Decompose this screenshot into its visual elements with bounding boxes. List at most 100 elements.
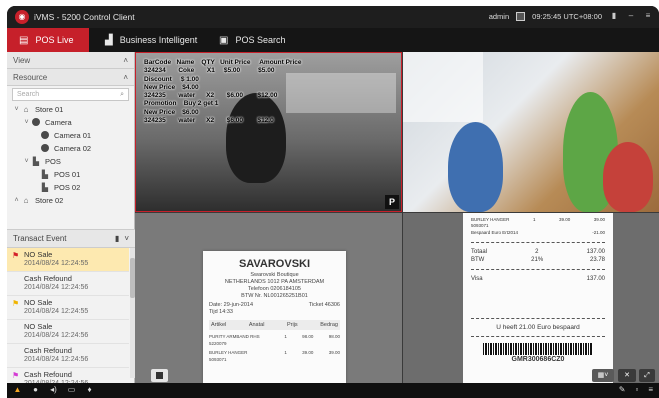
expand-arrow-icon[interactable]: ˄ — [12, 197, 21, 204]
search-placeholder: Search — [17, 91, 40, 98]
event-name: Cash Refound — [24, 370, 72, 379]
tab-business-intelligent[interactable]: ▟ Business Intelligent — [93, 28, 203, 52]
tab-pos-live[interactable]: ▤ POS Live — [7, 28, 89, 52]
minimize-icon[interactable]: – — [626, 11, 636, 21]
flag-icon: ⚑ — [12, 299, 20, 308]
chevron-up-icon: ˄ — [123, 72, 128, 82]
collapse-arrow-icon[interactable]: ˅ — [22, 158, 31, 165]
tree-label: POS 01 — [54, 170, 81, 179]
video-tile-receipt-2[interactable]: BURLEY HANGER 5093071 1 39.00 39.00 Bespa… — [403, 213, 659, 383]
receipt-time: Tijd 14:33 — [209, 309, 233, 315]
event-time: 2014/08/24 12:24:56 — [24, 356, 89, 363]
tree-item-store-02[interactable]: ˄ ⌂ Store 02 — [7, 194, 134, 207]
resource-search-input[interactable]: Search ⌕ — [12, 88, 129, 101]
fullscreen-icon[interactable]: ✕ — [618, 369, 636, 382]
status-bar: ▲ ● ◂) ▭ ♦ ✎ ▫ ≡ — [7, 383, 659, 398]
record-icon[interactable]: ● — [31, 385, 40, 394]
event-item[interactable]: ⚑ NO Sale 2014/08/24 12:24:55 — [7, 296, 129, 320]
tab-pos-search[interactable]: ▣ POS Search — [207, 28, 302, 52]
event-item[interactable]: NO Sale 2014/08/24 12:24:56 — [7, 320, 129, 344]
monitor-icon[interactable] — [516, 11, 526, 21]
app-window: ◉ iVMS - 5200 Control Client admin 09:25… — [7, 6, 659, 398]
collapse-arrow-icon[interactable]: ˅ — [12, 106, 21, 113]
video-tile-receipt-1[interactable]: SAVAROVSKI Swarovski Boutique NETHERLAND… — [135, 213, 402, 383]
receipt-col: Artikel — [211, 322, 227, 328]
event-time: 2014/08/24 12:24:55 — [24, 308, 89, 315]
receipt-item-name: BURLEY HANGER — [209, 350, 248, 355]
receipt-total-qty: 2 — [535, 249, 539, 255]
tree-item-store-01[interactable]: ˅ ⌂ Store 01 — [7, 103, 134, 116]
tree-item-pos-group[interactable]: ˅ ▙ POS — [7, 155, 134, 168]
audio-icon[interactable]: ◂) — [49, 385, 58, 394]
receipt-line: Swarovski Boutique — [250, 272, 299, 278]
event-item[interactable]: Cash Refound 2014/08/24 12:24:56 — [7, 344, 129, 368]
main-nav: ▤ POS Live ▟ Business Intelligent ▣ POS … — [7, 28, 659, 52]
user-name[interactable]: admin — [489, 12, 509, 21]
pos-badge: P — [385, 195, 399, 209]
receipt-store-name: SAVAROVSKI — [238, 258, 311, 270]
video-shelf-shape — [403, 52, 483, 122]
pos-register-icon: ▤ — [19, 34, 29, 46]
camera-icon — [40, 143, 50, 154]
pos-group-icon: ▙ — [32, 157, 40, 166]
tree-item-camera-group[interactable]: ˅ Camera — [7, 116, 134, 129]
camera-group-icon — [31, 117, 41, 128]
search-icon[interactable]: ⌕ — [120, 91, 124, 99]
title-bar-right: admin 09:25:45 UTC+08:00 ▮ – ≡ — [489, 11, 653, 21]
tree-label: Store 01 — [35, 105, 64, 114]
view-label: View — [13, 55, 31, 65]
pin-icon[interactable]: ✎ — [619, 385, 626, 394]
expand-icon[interactable]: ⤢ — [639, 369, 655, 382]
window-icon[interactable]: ▫ — [635, 385, 638, 394]
receipt-line: BTW Nr. NL001265251B01 — [241, 293, 308, 299]
lock-icon[interactable]: ▮ — [609, 11, 619, 21]
receipt-col: Anatal — [248, 322, 265, 328]
event-item[interactable]: ⚑ NO Sale 2014/08/24 12:24:55 — [7, 248, 129, 272]
view-section-header[interactable]: View ˄ — [7, 52, 134, 69]
receipt-total-label: Totaal — [471, 249, 488, 255]
store-icon: ⌂ — [23, 105, 29, 114]
flag-icon: ⚑ — [12, 251, 20, 260]
left-panel: View ˄ Resource ˄ Search ⌕ ˅ ⌂ Store 01 … — [7, 52, 135, 392]
receipt-item-price: 39.00 — [302, 350, 314, 355]
video-tile-pos-camera[interactable]: BarCode Name QTY Unit Price Amount Price… — [135, 52, 402, 212]
receipt-discount-note: Bespaard Euro Ert2014 — [471, 230, 519, 235]
title-bar: ◉ iVMS - 5200 Control Client admin 09:25… — [7, 6, 659, 28]
resource-section-header[interactable]: Resource ˄ — [7, 69, 134, 86]
menu-icon[interactable]: ≡ — [648, 385, 653, 394]
receipt-visa: 137.00 — [586, 276, 605, 282]
collapse-arrow-icon[interactable]: ˅ — [22, 119, 31, 126]
event-list: ⚑ NO Sale 2014/08/24 12:24:55 Cash Refou… — [7, 248, 129, 392]
monitor-icon[interactable]: ▭ — [67, 385, 76, 394]
tree-item-pos-02[interactable]: ▙ POS 02 — [7, 181, 134, 194]
alarm-warning-icon[interactable]: ▲ — [13, 385, 22, 394]
receipt-item-amount: 98.00 — [328, 334, 340, 339]
receipt-item-amount: 39.00 — [328, 350, 340, 355]
receipt-item-name: BURLEY HANGER — [471, 217, 510, 222]
delete-icon[interactable]: ▮ — [115, 234, 119, 243]
notification-icon[interactable]: ♦ — [85, 385, 94, 394]
event-time: 2014/08/24 12:24:56 — [24, 332, 89, 339]
event-name: NO Sale — [24, 298, 53, 307]
receipt-item-qty: 1 — [284, 334, 287, 339]
video-tile-store-camera[interactable] — [403, 52, 659, 212]
receipt-table-header: Artikel Anatal Prijs Bedrag — [209, 320, 340, 330]
receipt-total: 137.00 — [586, 249, 605, 255]
chevron-down-icon[interactable]: ˅ — [124, 234, 129, 243]
receipt-item-price: 39.00 — [558, 217, 571, 222]
window-division-button[interactable]: ▦˅ — [592, 369, 614, 382]
stop-all-button[interactable] — [151, 369, 168, 382]
tree-item-pos-01[interactable]: ▙ POS 01 — [7, 168, 134, 181]
tree-item-camera-02[interactable]: Camera 02 — [7, 142, 134, 155]
tree-item-camera-01[interactable]: Camera 01 — [7, 129, 134, 142]
menu-icon[interactable]: ≡ — [643, 11, 653, 21]
event-item[interactable]: Cash Refound 2014/08/24 12:24:56 — [7, 272, 129, 296]
tree-label: Camera — [45, 118, 72, 127]
transact-event-title: Transact Event — [13, 234, 67, 243]
receipt-item-name: PURITY ARMBAND RHS — [209, 334, 260, 339]
tab-label: Business Intelligent — [119, 35, 198, 45]
resource-tree: ˅ ⌂ Store 01 ˅ Camera Camera 01 Camera 0… — [7, 103, 134, 207]
event-time: 2014/08/24 12:24:56 — [24, 284, 89, 291]
receipt-date: Date: 29-jun-2014 — [209, 302, 254, 308]
barcode-text: GMR300686CZ0 — [511, 356, 565, 363]
